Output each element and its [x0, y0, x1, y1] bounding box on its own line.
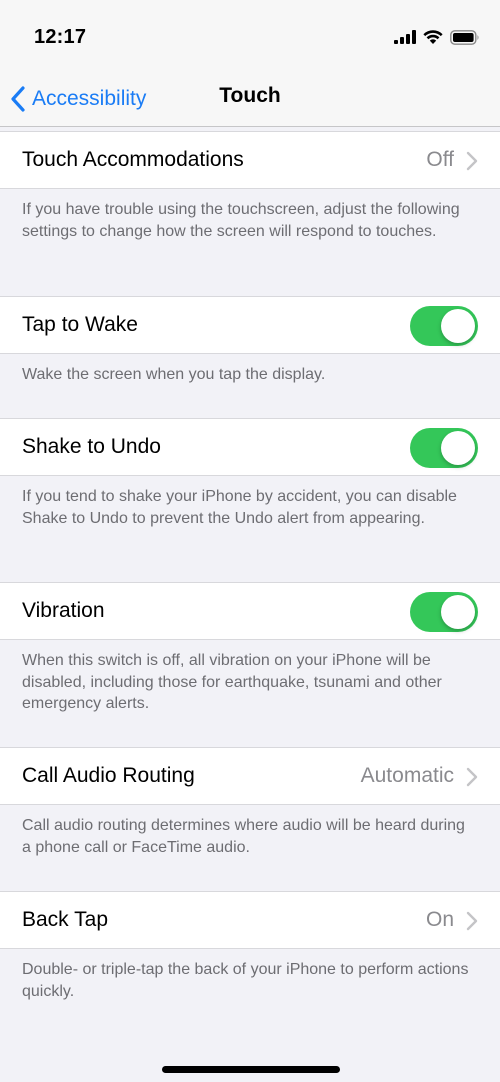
- toggle-knob: [441, 431, 475, 465]
- call-audio-routing-row[interactable]: Call Audio Routing Automatic: [0, 747, 500, 805]
- toggle-knob: [441, 309, 475, 343]
- chevron-right-icon: [466, 151, 478, 171]
- tap-to-wake-footer: Wake the screen when you tap the display…: [22, 366, 326, 383]
- shake-to-undo-label: Shake to Undo: [22, 435, 161, 458]
- back-tap-row[interactable]: Back Tap On: [0, 891, 500, 949]
- battery-icon: [450, 29, 479, 45]
- vibration-toggle[interactable]: [410, 592, 478, 632]
- page-title: Touch: [219, 84, 281, 107]
- chevron-right-icon: [466, 911, 478, 931]
- vibration-footer: When this switch is off, all vibration o…: [22, 652, 442, 712]
- wifi-icon: [423, 29, 443, 44]
- tap-to-wake-row: Tap to Wake: [0, 296, 500, 354]
- navigation-bar: Accessibility Touch: [0, 72, 500, 127]
- tap-to-wake-toggle[interactable]: [410, 306, 478, 346]
- back-tap-label: Back Tap: [22, 908, 108, 931]
- chevron-right-icon: [466, 767, 478, 787]
- touch-accommodations-label: Touch Accommodations: [22, 148, 244, 171]
- status-icons: [394, 27, 480, 47]
- home-indicator[interactable]: [162, 1066, 340, 1073]
- vibration-label: Vibration: [22, 599, 105, 622]
- back-tap-footer: Double- or triple-tap the back of your i…: [22, 961, 469, 1000]
- vibration-row: Vibration: [0, 582, 500, 640]
- call-audio-routing-footer: Call audio routing determines where audi…: [22, 817, 465, 856]
- toggle-knob: [441, 595, 475, 629]
- shake-to-undo-toggle[interactable]: [410, 428, 478, 468]
- status-time: 12:17: [34, 26, 87, 48]
- touch-accommodations-footer: If you have trouble using the touchscree…: [22, 201, 460, 240]
- touch-accommodations-value: Off: [426, 148, 454, 171]
- call-audio-routing-label: Call Audio Routing: [22, 764, 195, 787]
- shake-to-undo-footer: If you tend to shake your iPhone by acci…: [22, 488, 457, 527]
- call-audio-routing-value: Automatic: [360, 764, 454, 787]
- status-bar: 12:17: [0, 0, 500, 72]
- shake-to-undo-row: Shake to Undo: [0, 418, 500, 476]
- cellular-signal-icon: [394, 30, 416, 44]
- back-tap-value: On: [425, 908, 454, 931]
- touch-accommodations-row[interactable]: Touch Accommodations Off: [0, 131, 500, 189]
- tap-to-wake-label: Tap to Wake: [22, 313, 138, 336]
